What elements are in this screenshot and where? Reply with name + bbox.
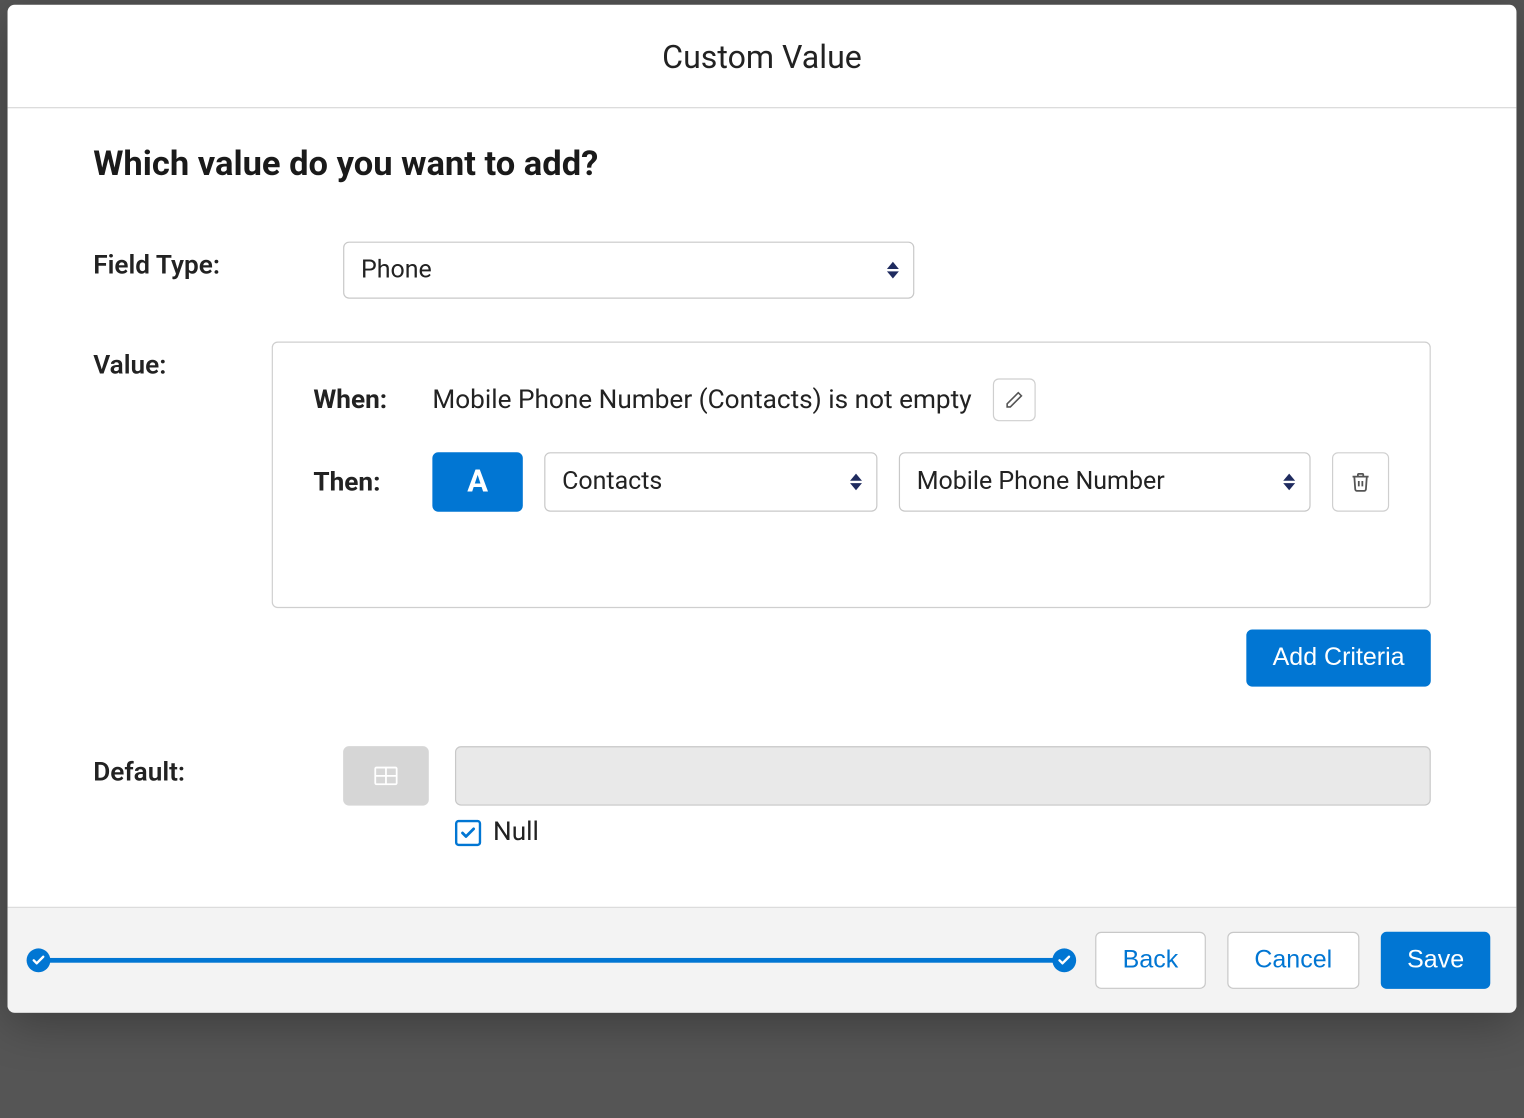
delete-then-button[interactable] — [1332, 452, 1389, 512]
check-icon — [31, 953, 45, 967]
default-top — [343, 746, 1431, 806]
modal-footer: Back Cancel Save — [8, 907, 1517, 1013]
custom-value-modal: Custom Value Which value do you want to … — [8, 5, 1517, 1013]
default-row: Default: — [93, 746, 1431, 847]
field-type-select[interactable]: Phone — [343, 242, 914, 299]
cancel-button[interactable]: Cancel — [1227, 932, 1360, 989]
grid-icon — [374, 766, 398, 785]
check-icon — [1057, 953, 1071, 967]
then-type-badge[interactable]: A — [432, 452, 522, 512]
then-field-value: Mobile Phone Number — [917, 468, 1165, 497]
add-criteria-wrap: Add Criteria — [272, 630, 1431, 687]
field-type-value: Phone — [361, 256, 432, 285]
null-row: Null — [455, 818, 1431, 848]
when-text: Mobile Phone Number (Contacts) is not em… — [432, 385, 971, 415]
value-label: Value: — [93, 342, 272, 381]
then-row: Then: A Contacts Mobile Phone Number — [313, 452, 1389, 512]
edit-when-button[interactable] — [993, 378, 1036, 421]
question-heading: Which value do you want to add? — [93, 144, 1431, 184]
add-criteria-button[interactable]: Add Criteria — [1246, 630, 1430, 687]
caret-icon — [1283, 474, 1295, 491]
field-type-row: Field Type: Phone — [93, 242, 1431, 299]
caret-icon — [850, 474, 862, 491]
when-row: When: Mobile Phone Number (Contacts) is … — [313, 378, 1389, 421]
check-icon — [460, 824, 477, 841]
null-label: Null — [493, 818, 539, 848]
progress-step-2[interactable] — [1052, 948, 1076, 972]
then-label: Then: — [313, 467, 411, 497]
when-label: When: — [313, 385, 411, 415]
progress-bar — [34, 958, 1065, 963]
trash-icon — [1350, 471, 1371, 492]
then-object-select[interactable]: Contacts — [544, 452, 877, 512]
default-picker-button[interactable] — [343, 746, 429, 806]
progress-step-1[interactable] — [27, 948, 51, 972]
then-field-select[interactable]: Mobile Phone Number — [899, 452, 1311, 512]
back-button[interactable]: Back — [1095, 932, 1205, 989]
value-row: Value: When: Mobile Phone Number (Contac… — [93, 342, 1431, 687]
pencil-icon — [1005, 390, 1024, 409]
default-input — [455, 746, 1431, 806]
footer-buttons: Back Cancel Save — [1095, 932, 1490, 989]
then-object-value: Contacts — [562, 468, 662, 497]
modal-title: Custom Value — [8, 5, 1517, 109]
caret-icon — [887, 262, 899, 279]
modal-body: Which value do you want to add? Field Ty… — [8, 108, 1517, 906]
value-box: When: Mobile Phone Number (Contacts) is … — [272, 342, 1431, 609]
default-label: Default: — [93, 746, 343, 788]
field-type-label: Field Type: — [93, 242, 343, 281]
null-checkbox[interactable] — [455, 819, 481, 845]
save-button[interactable]: Save — [1381, 932, 1490, 989]
default-controls: Null — [343, 746, 1431, 847]
